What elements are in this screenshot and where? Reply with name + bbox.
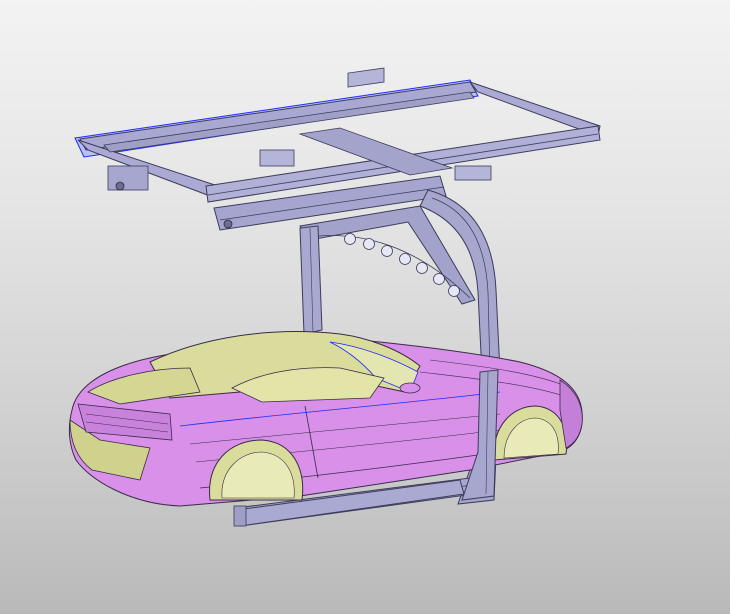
lightening-hole (416, 262, 428, 274)
bolt-icon (115, 181, 125, 191)
frame-right-rail (468, 80, 601, 137)
slider-block-2 (259, 149, 295, 167)
slider-block-1 (347, 67, 385, 88)
frame-middle-rail-1 (103, 91, 475, 153)
overhead-frame[interactable] (74, 67, 601, 203)
lightening-hole (399, 253, 411, 265)
car-body[interactable] (68, 331, 583, 507)
slider-block-3 (454, 165, 492, 181)
lightening-hole (344, 233, 356, 245)
left-bracket (107, 165, 149, 191)
side-mirror (399, 382, 421, 394)
lightening-hole (381, 245, 393, 257)
bolt-icon (223, 219, 233, 229)
cad-viewport[interactable] (0, 0, 730, 614)
lightening-hole (448, 285, 460, 297)
lightening-hole (363, 238, 375, 250)
sill-end-cap (233, 505, 247, 527)
left-post (299, 225, 323, 335)
assembly-3d-view[interactable] (0, 0, 730, 614)
lightening-hole (433, 273, 445, 285)
